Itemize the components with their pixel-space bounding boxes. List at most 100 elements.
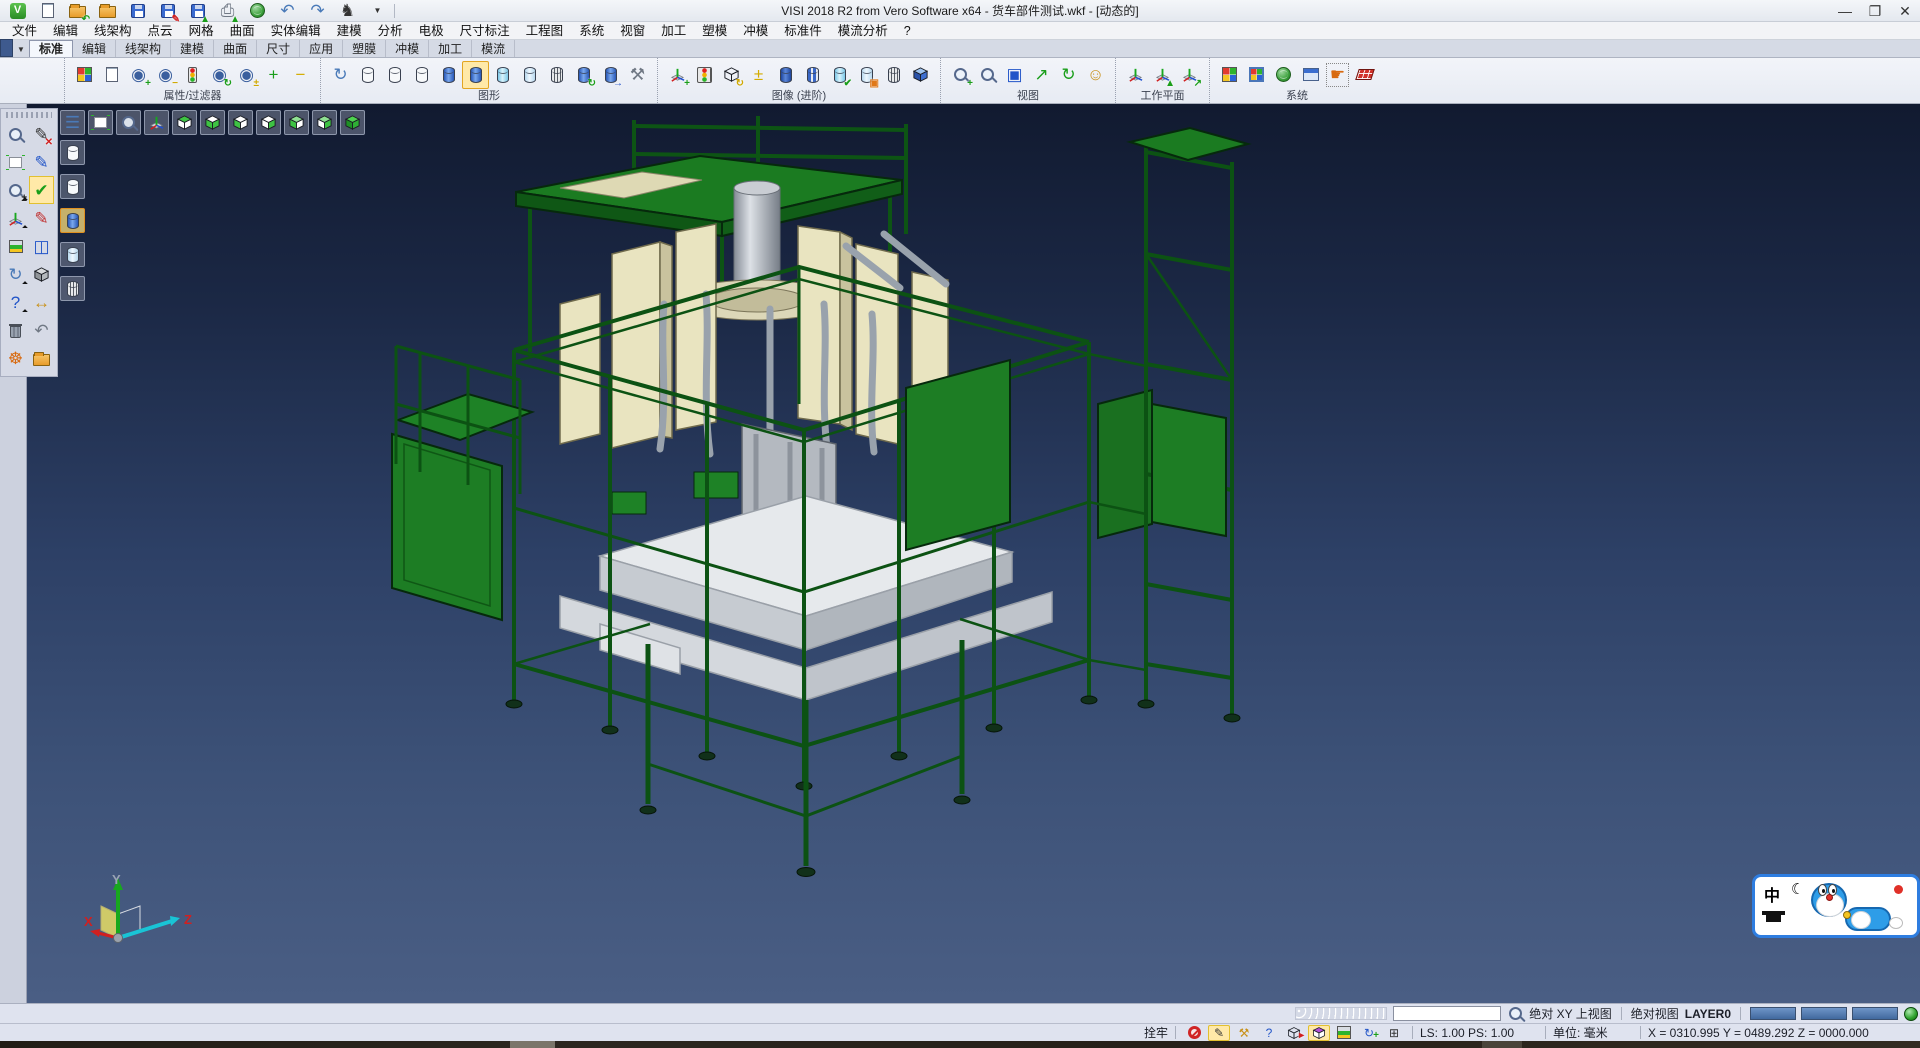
cube-dock-icon[interactable] [29, 260, 54, 288]
shading-convert-icon[interactable]: → [597, 61, 624, 89]
display-mesh-icon[interactable] [60, 276, 85, 301]
cylinder-lined-icon[interactable] [799, 61, 826, 89]
view-bottom-icon[interactable] [200, 110, 225, 135]
options-window-icon[interactable] [1297, 61, 1324, 89]
quad-view-icon[interactable]: ⊞ [1383, 1025, 1405, 1041]
axis-triad-icon[interactable] [144, 110, 169, 135]
attributes-paint-icon[interactable] [71, 61, 98, 89]
zoom-toggle-icon[interactable]: ± [3, 176, 28, 204]
active-layer-label[interactable]: LAYER0 [1685, 1007, 1731, 1021]
spline-edit-icon[interactable]: ✎ [29, 148, 54, 176]
ime-skin-icon[interactable] [1766, 911, 1781, 922]
refresh-view-icon[interactable]: ↻ [1055, 61, 1082, 89]
regen-advanced-icon[interactable]: ↻ [718, 61, 745, 89]
viewbar-menu-icon[interactable]: ☰ [60, 110, 85, 135]
view-arrow-icon[interactable]: ↗ [1028, 61, 1055, 89]
properties-page-icon[interactable] [98, 61, 125, 89]
ucs-icon[interactable] [3, 204, 28, 232]
shading-tools-icon[interactable]: ⚒ [624, 61, 651, 89]
menu-item[interactable]: 实体编辑 [263, 22, 329, 40]
menu-item[interactable]: 标准件 [776, 22, 830, 40]
zoom-dynamic-icon[interactable] [116, 110, 141, 135]
zoom-extents-icon[interactable]: ▣ [1001, 61, 1028, 89]
toggle-advanced-icon[interactable]: ± [745, 61, 772, 89]
cylinder-dashed-icon[interactable] [408, 61, 435, 89]
view-orientation-label[interactable]: 绝对 XY 上视图 [1529, 1005, 1611, 1022]
menu-item[interactable]: 建模 [329, 22, 370, 40]
menu-item[interactable]: 模流分析 [830, 22, 896, 40]
3d-model-machine[interactable] [0, 104, 1920, 1003]
color-table-icon[interactable] [1216, 61, 1243, 89]
command-search-input[interactable] [1393, 1006, 1501, 1021]
filter-traffic-icon[interactable] [179, 61, 206, 89]
viewport-3d[interactable]: ✎ ✕ ✎ [0, 104, 1920, 1003]
help-status-icon[interactable]: ? [1258, 1025, 1280, 1041]
help-icon[interactable]: ? [3, 288, 28, 316]
hide-entities-icon[interactable]: ◉− [152, 61, 179, 89]
maximize-button[interactable]: ❐ [1860, 1, 1890, 21]
cylinder-copy-icon[interactable]: ▣ [853, 61, 880, 89]
toolbar-tab[interactable]: 曲面 [214, 40, 257, 57]
tab-dropdown-button[interactable]: ▼ [13, 41, 29, 57]
cylinder-ghost-icon[interactable] [516, 61, 543, 89]
section-axis-icon[interactable]: + [664, 61, 691, 89]
cylinder-grid-icon[interactable] [880, 61, 907, 89]
workplane-create-icon[interactable] [1122, 61, 1149, 89]
render-face-icon[interactable]: ☺ [1082, 61, 1109, 89]
cylinder-transparent-icon[interactable] [489, 61, 516, 89]
pen-color-swatch[interactable] [1801, 1007, 1847, 1020]
pick-hand-icon[interactable]: ☛ [1324, 61, 1351, 89]
zoom-in-icon[interactable]: + [947, 61, 974, 89]
confirm-icon[interactable]: ✔ [29, 176, 54, 204]
show-all-icon[interactable]: + [260, 61, 287, 89]
toolbar-tab[interactable]: 冲模 [386, 40, 429, 57]
workplane-move-icon[interactable]: ▲ [1149, 61, 1176, 89]
refresh-visibility-icon[interactable]: ◉↻ [206, 61, 233, 89]
units-label[interactable]: 单位: 毫米 [1553, 1024, 1633, 1041]
close-button[interactable]: ✕ [1890, 1, 1920, 21]
menu-item[interactable]: 尺寸标注 [452, 22, 518, 40]
menu-item[interactable]: 曲面 [222, 22, 263, 40]
project-folder-icon[interactable] [29, 344, 54, 372]
toolbar-dock-handle[interactable] [0, 39, 13, 57]
regen-dock-icon[interactable]: ↻ [3, 260, 28, 288]
render-globe-icon[interactable] [1904, 1007, 1918, 1021]
shading-refresh-icon[interactable]: ↻ [570, 61, 597, 89]
menu-item[interactable]: 加工 [653, 22, 694, 40]
toolbar-tab[interactable]: 尺寸 [257, 40, 300, 57]
regen-graphics-icon[interactable]: ↻ [327, 61, 354, 89]
menu-item[interactable]: 网格 [181, 22, 222, 40]
toolbar-tab[interactable]: 建模 [171, 40, 214, 57]
show-entities-icon[interactable]: ◉+ [125, 61, 152, 89]
entity-color-swatch[interactable] [1852, 1007, 1898, 1020]
toolbar-tab[interactable]: 加工 [429, 40, 472, 57]
menu-item[interactable]: 线架构 [86, 22, 140, 40]
menu-item[interactable]: 电极 [411, 22, 452, 40]
cylinder-shaded-edges-icon[interactable] [462, 61, 489, 89]
view-iso-icon[interactable] [340, 110, 365, 135]
cylinder-hidden-icon[interactable] [381, 61, 408, 89]
menu-item[interactable]: 视窗 [612, 22, 653, 40]
toolbar-tab[interactable]: 标准 [29, 40, 73, 57]
erase-sketch-icon[interactable]: ✎ ✕ [29, 120, 54, 148]
curve-edit-icon[interactable]: ✎ [29, 204, 54, 232]
orient-cube-icon[interactable] [1308, 1025, 1330, 1041]
toolbar-tab[interactable]: 应用 [300, 40, 343, 57]
display-hidden-icon[interactable] [60, 174, 85, 199]
layer-bars-icon[interactable] [1333, 1025, 1355, 1041]
toolbar-tab[interactable]: 线架构 [116, 40, 171, 57]
display-wireframe-icon[interactable] [60, 140, 85, 165]
system-settings-icon[interactable] [1270, 61, 1297, 89]
display-transparent-icon[interactable] [60, 242, 85, 267]
navigation-cube-icon[interactable] [907, 61, 934, 89]
window-panes-icon[interactable]: ◫ [29, 232, 54, 260]
view-mode-label[interactable]: 绝对视图 [1631, 1005, 1679, 1022]
advanced-filter-icon[interactable] [691, 61, 718, 89]
attribute-books-icon[interactable] [3, 232, 28, 260]
view-right-icon[interactable] [256, 110, 281, 135]
wheel-icon[interactable]: ☸ [3, 344, 28, 372]
attribute-window-icon[interactable] [1243, 61, 1270, 89]
cylinder-shaded-icon[interactable] [435, 61, 462, 89]
cylinder-wireframe-icon[interactable] [354, 61, 381, 89]
snap-cube-icon[interactable]: ▸ [1283, 1025, 1305, 1041]
